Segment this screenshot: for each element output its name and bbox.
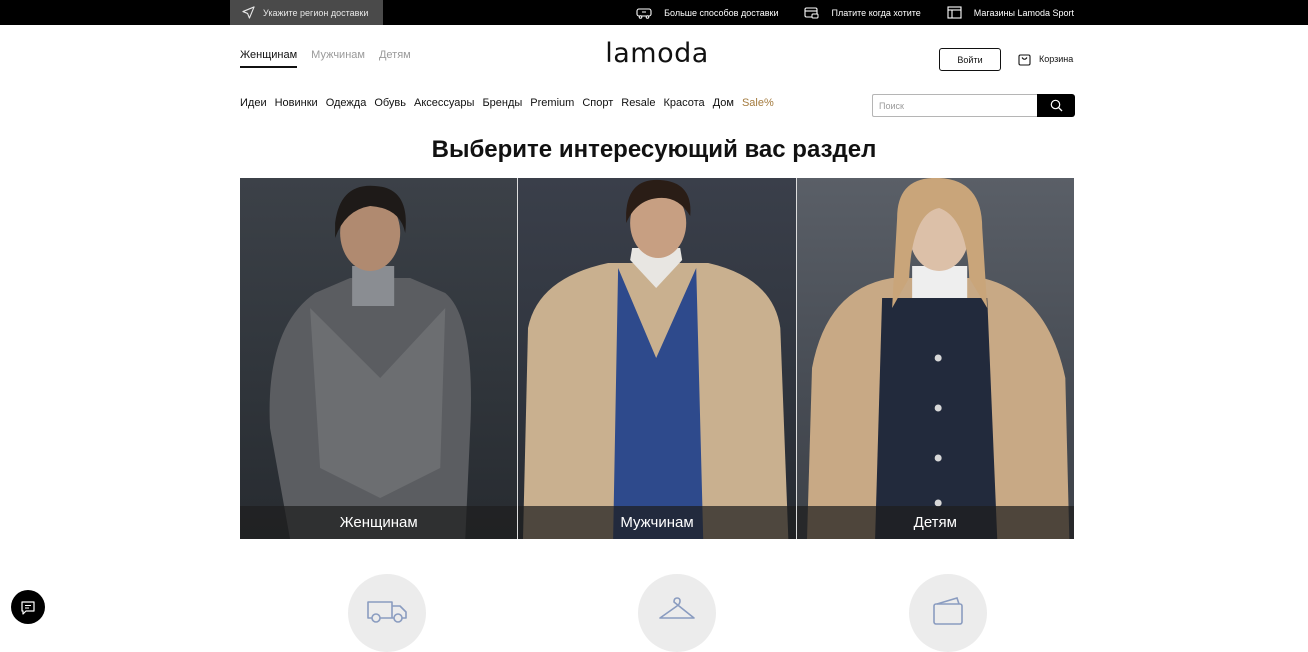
nav-item-shoes[interactable]: Обувь <box>374 97 406 109</box>
delivery-options-link[interactable]: Больше способов доставки <box>636 7 778 19</box>
nav-item-premium[interactable]: Premium <box>530 97 574 109</box>
nav-item-beauty[interactable]: Красота <box>664 97 705 109</box>
wallet-icon <box>933 597 963 625</box>
tab-kids[interactable]: Детям <box>379 49 411 68</box>
nav-item-sale[interactable]: Sale% <box>742 97 774 109</box>
payment-card-icon <box>804 6 819 18</box>
category-card-men[interactable]: Мужчинам <box>518 178 796 539</box>
category-card-kids[interactable]: Детям <box>796 178 1074 539</box>
nav-item-brands[interactable]: Бренды <box>482 97 522 109</box>
nav-item-home[interactable]: Дом <box>713 97 734 109</box>
search-bar <box>872 94 1075 117</box>
feature-delivery <box>348 574 426 652</box>
chat-icon <box>21 600 35 615</box>
search-icon <box>1050 99 1062 112</box>
hanger-icon <box>659 597 695 619</box>
tab-women[interactable]: Женщинам <box>240 49 298 68</box>
kids-photo <box>806 178 1069 539</box>
card-caption-kids: Детям <box>796 506 1074 539</box>
lamoda-logo[interactable]: lamoda <box>597 38 717 69</box>
search-input[interactable] <box>872 94 1037 117</box>
cart-label: Корзина <box>1039 54 1074 64</box>
page-title: Выберите интересующий вас раздел <box>431 136 877 163</box>
truck-icon <box>636 7 652 19</box>
card-caption-women: Женщинам <box>240 506 518 539</box>
pay-later-link[interactable]: Платите когда хотите <box>804 6 921 19</box>
category-cards: Женщинам Мужчинам Детям <box>240 178 1074 539</box>
sport-stores-link[interactable]: Магазины Lamoda Sport <box>947 6 1074 19</box>
sport-stores-label: Магазины Lamoda Sport <box>973 7 1074 18</box>
login-button[interactable]: Войти <box>939 48 1001 71</box>
store-icon <box>947 6 962 19</box>
chat-button[interactable] <box>11 590 45 624</box>
region-label: Укажите регион доставки <box>263 7 369 18</box>
nav-item-accessories[interactable]: Аксессуары <box>414 97 474 109</box>
men-photo <box>523 179 789 539</box>
feature-payment <box>909 574 987 652</box>
category-card-women[interactable]: Женщинам <box>240 178 518 539</box>
delivery-options-label: Больше способов доставки <box>664 7 779 18</box>
topbar-links: Больше способов доставки Платите когда х… <box>636 0 1074 25</box>
feature-fitting <box>638 574 716 652</box>
nav-item-new[interactable]: Новинки <box>275 97 318 109</box>
category-nav: Идеи Новинки Одежда Обувь Аксессуары Бре… <box>240 97 774 109</box>
delivery-van-icon <box>367 601 407 623</box>
nav-item-sport[interactable]: Спорт <box>582 97 613 109</box>
nav-item-ideas[interactable]: Идеи <box>240 97 267 109</box>
shopping-bag-icon <box>1018 54 1031 66</box>
search-button[interactable] <box>1037 94 1075 117</box>
tab-men[interactable]: Мужчинам <box>311 49 365 68</box>
nav-item-clothing[interactable]: Одежда <box>326 97 367 109</box>
nav-item-resale[interactable]: Resale <box>621 97 655 109</box>
gender-tabs: Женщинам Мужчинам Детям <box>240 49 411 68</box>
pay-later-label: Платите когда хотите <box>831 7 921 18</box>
cart-link[interactable]: Корзина <box>1018 52 1073 66</box>
women-photo <box>269 185 471 539</box>
location-arrow-icon <box>242 6 255 19</box>
top-bar: Укажите регион доставки Больше способов … <box>0 0 1308 25</box>
card-caption-men: Мужчинам <box>518 506 796 539</box>
region-selector[interactable]: Укажите регион доставки <box>230 0 383 25</box>
